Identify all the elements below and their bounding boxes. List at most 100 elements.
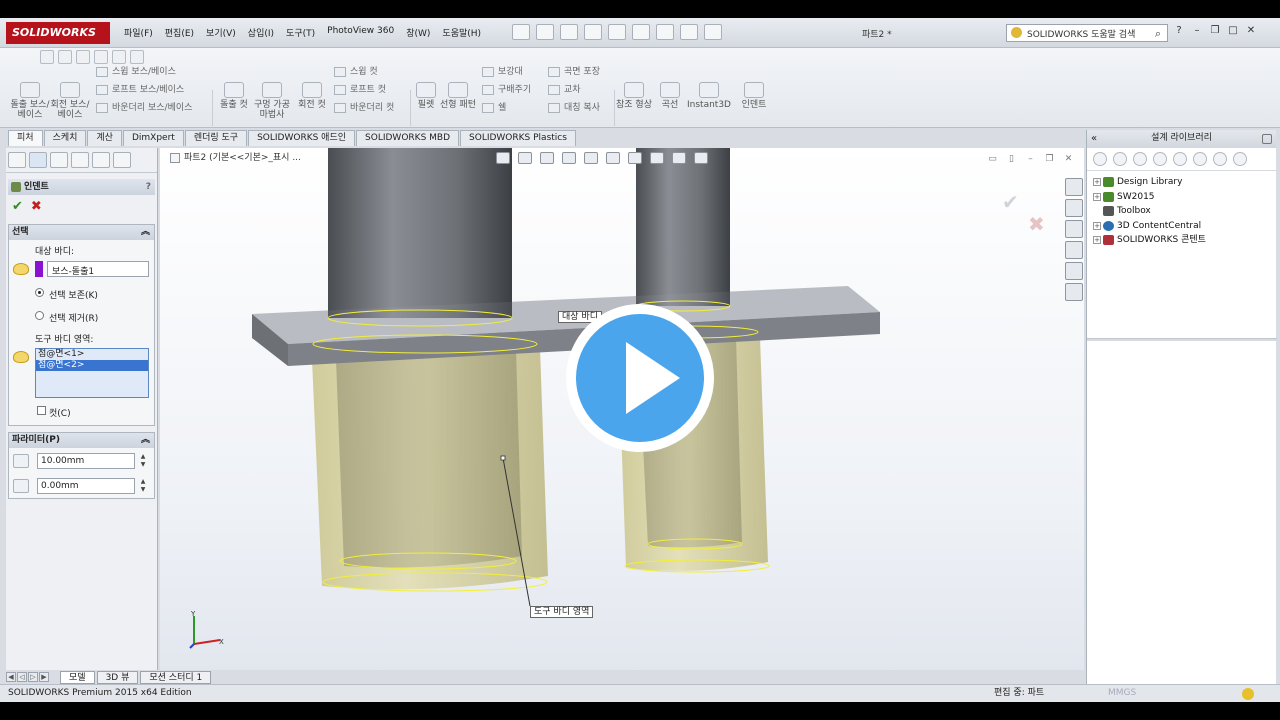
close-icon[interactable]: ✕ (1063, 154, 1074, 164)
hole-wizard-button[interactable]: 구멍 가공 마법사 (252, 82, 292, 120)
tab-render-tools[interactable]: 렌더링 도구 (184, 130, 248, 146)
pin-icon[interactable] (1262, 134, 1272, 144)
search-icon[interactable]: ⌕ (1155, 27, 1161, 41)
help-icon[interactable]: ? (1172, 24, 1186, 38)
indent-button[interactable]: 인덴트 (734, 82, 774, 110)
sketch-tool-icon[interactable] (112, 50, 126, 64)
tab-sketch[interactable]: 스케치 (43, 130, 87, 146)
unit-system[interactable]: MMGS (1108, 685, 1136, 702)
revolved-boss-button[interactable]: 회전 보스/베이스 (50, 82, 90, 120)
cancel-x-icon[interactable]: ✖ (31, 199, 42, 214)
selection-header[interactable]: 선택 ︽ (9, 225, 154, 240)
dimxpert-manager-icon[interactable] (71, 152, 89, 168)
tab-addins[interactable]: SOLIDWORKS 애드인 (248, 130, 356, 146)
collapse-chevron-icon[interactable]: ︽ (141, 225, 150, 240)
back-icon[interactable] (1093, 152, 1107, 166)
select-icon[interactable] (632, 24, 650, 40)
tile-icon[interactable]: ▭ (987, 154, 998, 164)
appearances-scenes-icon[interactable] (1065, 262, 1083, 280)
prev-tab-icon[interactable]: ◁ (17, 672, 27, 682)
tab-plastics[interactable]: SOLIDWORKS Plastics (460, 130, 576, 146)
lofted-cut-button[interactable]: 로프트 컷 (334, 82, 386, 95)
swept-boss-button[interactable]: 스윕 보스/베이스 (96, 64, 176, 77)
sketch-tool-icon[interactable] (76, 50, 90, 64)
minimize-icon[interactable]: – (1190, 24, 1204, 38)
zoom-area-icon[interactable] (518, 152, 532, 164)
restore-icon[interactable]: ❐ (1208, 24, 1222, 38)
boundary-cut-button[interactable]: 바운더리 컷 (334, 100, 394, 113)
design-library-icon[interactable] (1065, 199, 1083, 217)
intersect-button[interactable]: 교차 (548, 82, 581, 95)
undo-icon[interactable] (608, 24, 626, 40)
split-icon[interactable]: ▯ (1006, 154, 1017, 164)
save-icon[interactable] (560, 24, 578, 40)
appearance-icon[interactable] (113, 152, 131, 168)
file-properties-icon[interactable] (680, 24, 698, 40)
maximize-icon[interactable]: □ (1226, 24, 1240, 38)
confirm-cancel-icon[interactable]: ✖ (1028, 212, 1045, 236)
list-item[interactable]: 점@면<1> (36, 349, 148, 360)
sketch-tool-icon[interactable] (58, 50, 72, 64)
solidworks-logo[interactable]: SOLIDWORKS (6, 22, 110, 44)
extruded-boss-button[interactable]: 돌출 보스/베이스 (10, 82, 50, 120)
tab-motion-study[interactable]: 모션 스터디 1 (140, 670, 212, 684)
expand-icon[interactable]: + (1093, 192, 1101, 201)
thickness-spinner[interactable]: ▲ ▼ (137, 453, 149, 469)
expand-icon[interactable]: + (1093, 221, 1101, 230)
file-explorer-icon[interactable] (1065, 220, 1083, 238)
tree-item-solidworks-content[interactable]: + SOLIDWORKS 콘텐트 (1093, 233, 1270, 248)
flyout-expand-icon[interactable] (170, 152, 180, 163)
feature-tree-icon[interactable] (8, 152, 26, 168)
sketch-tool-icon[interactable] (40, 50, 54, 64)
display-manager-icon[interactable] (92, 152, 110, 168)
next-tab-icon[interactable]: ▷ (28, 672, 38, 682)
display-style-icon[interactable] (606, 152, 620, 164)
feature-tree-flyout[interactable]: 파트2 (기본<<기본>_표시 ... (170, 150, 301, 163)
cut-checkbox[interactable]: 컷(C) (9, 406, 154, 419)
sketch-tool-icon[interactable] (130, 50, 144, 64)
new-icon[interactable] (512, 24, 530, 40)
open-icon[interactable] (536, 24, 554, 40)
tab-3d-views[interactable]: 3D 뷰 (96, 670, 139, 684)
wrap-button[interactable]: 곡면 포장 (548, 64, 600, 77)
first-tab-icon[interactable]: ◀ (6, 672, 16, 682)
close-icon[interactable]: ✕ (1244, 24, 1258, 38)
view-settings-icon[interactable] (694, 152, 708, 164)
menu-help[interactable]: 도움말(H) (436, 26, 487, 39)
menu-edit[interactable]: 편집(E) (159, 26, 200, 39)
menu-window[interactable]: 창(W) (400, 26, 436, 39)
clearance-spinner[interactable]: ▲ ▼ (137, 478, 149, 494)
reference-geometry-button[interactable]: 참조 형상 (614, 82, 654, 110)
boundary-boss-button[interactable]: 바운더리 보스/베이스 (96, 100, 192, 113)
pane-splitter[interactable] (1087, 338, 1277, 341)
menu-photoview[interactable]: PhotoView 360 (321, 26, 400, 39)
tab-mbd[interactable]: SOLIDWORKS MBD (356, 130, 460, 146)
menu-insert[interactable]: 삽입(I) (242, 26, 280, 39)
parameters-header[interactable]: 파라미터(P) ︽ (9, 433, 154, 448)
thickness-input[interactable]: 10.00mm (37, 453, 135, 469)
zoom-to-fit-icon[interactable] (496, 152, 510, 164)
menu-file[interactable]: 파일(F) (118, 26, 159, 39)
custom-properties-icon[interactable] (1065, 283, 1083, 301)
clearance-input[interactable]: 0.00mm (37, 478, 135, 494)
tree-item-toolbox[interactable]: Toolbox (1093, 204, 1270, 219)
rebuild-status-icon[interactable] (1242, 688, 1254, 700)
remove-selection-radio[interactable]: 선택 제거(R) (9, 311, 154, 324)
collapse-pane-icon[interactable]: « (1091, 130, 1097, 147)
rebuild-icon[interactable] (656, 24, 674, 40)
keep-selection-radio[interactable]: 선택 보존(K) (9, 288, 154, 301)
solidworks-resources-icon[interactable] (1065, 178, 1083, 196)
configuration-manager-icon[interactable] (50, 152, 68, 168)
swept-cut-button[interactable]: 스윕 컷 (334, 64, 378, 77)
help-search-input[interactable]: SOLIDWORKS 도움말 검색 ⌕ (1006, 24, 1168, 42)
draft-button[interactable]: 구배주기 (482, 82, 531, 95)
tab-features[interactable]: 피처 (8, 130, 43, 146)
tree-item-design-library[interactable]: + Design Library (1093, 175, 1270, 190)
view-orientation-icon[interactable] (584, 152, 598, 164)
help-question-icon[interactable]: ? (146, 179, 151, 195)
add-file-location-icon[interactable] (1153, 152, 1167, 166)
tab-evaluate[interactable]: 계산 (87, 130, 122, 146)
tool-body-callout[interactable]: 도구 바디 영역 (530, 606, 594, 618)
tree-item-sw2015[interactable]: + SW2015 (1093, 190, 1270, 205)
target-body-field[interactable]: 보스-돌출1 (47, 261, 149, 277)
